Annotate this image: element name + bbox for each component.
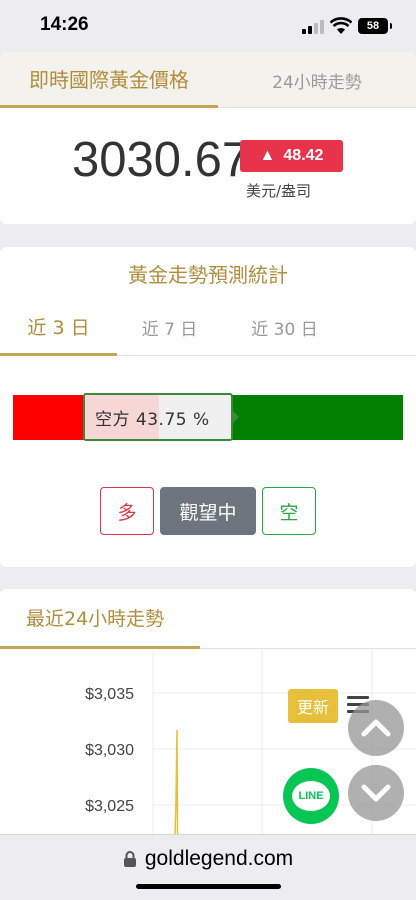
y-tick-label: $3,025 — [85, 798, 134, 815]
price-tabs: 即時國際黃金價格 24小時走勢 — [0, 52, 416, 108]
tab-7-days[interactable]: 近 7 日 — [117, 299, 222, 356]
scroll-down-button[interactable] — [348, 765, 404, 821]
chevron-down-icon — [361, 784, 391, 802]
tooltip-arrow — [231, 409, 239, 425]
url-text[interactable]: goldlegend.com — [145, 847, 293, 871]
short-ratio-tooltip: 空方 43.75 % — [83, 393, 233, 441]
trend-title[interactable]: 最近24小時走勢 — [0, 589, 200, 649]
tooltip-text: 空方 43.75 % — [95, 409, 210, 430]
tab-3-days[interactable]: 近 3 日 — [0, 299, 117, 356]
browser-url-bar[interactable]: goldlegend.com — [0, 834, 416, 900]
trend-chart: $3,035 $3,030 $3,025 — [85, 650, 416, 850]
wifi-icon — [330, 17, 352, 34]
price-change-badge: ▲ 48.42 — [240, 140, 343, 172]
scroll-up-button[interactable] — [348, 700, 404, 756]
price-line — [174, 729, 179, 850]
line-chat-button[interactable]: LINE — [283, 768, 339, 824]
y-tick-label: $3,030 — [85, 742, 134, 759]
home-indicator — [136, 884, 281, 889]
up-arrow-icon: ▲ — [259, 147, 276, 164]
long-button[interactable]: 多 — [100, 487, 154, 535]
price-unit: 美元/盎司 — [246, 182, 312, 200]
short-ratio-bar — [13, 395, 85, 440]
update-button[interactable]: 更新 — [288, 689, 338, 723]
status-bar: 14:26 58 — [0, 0, 416, 52]
status-time: 14:26 — [40, 14, 89, 35]
period-tabs: 近 3 日 近 7 日 近 30 日 — [0, 299, 416, 356]
line-icon: LINE — [292, 781, 330, 811]
tab-30-days[interactable]: 近 30 日 — [222, 299, 347, 356]
forecast-title: 黃金走勢預測統計 — [128, 263, 288, 287]
signal-icon — [302, 20, 324, 34]
gold-price-value: 3030.67 — [72, 133, 250, 187]
short-button[interactable]: 空 — [262, 487, 316, 535]
y-tick-label: $3,035 — [85, 686, 134, 703]
lock-icon — [123, 851, 136, 867]
chevron-up-icon — [361, 719, 391, 737]
wait-button[interactable]: 觀望中 — [160, 487, 256, 535]
price-card: 即時國際黃金價格 24小時走勢 3030.67 ▲ 48.42 美元/盎司 — [0, 52, 416, 224]
forecast-card: 黃金走勢預測統計 近 3 日 近 7 日 近 30 日 空方 43.75 % 多… — [0, 247, 416, 567]
price-change-value: 48.42 — [283, 147, 324, 164]
battery-icon: 58 — [358, 18, 392, 34]
tab-realtime-price[interactable]: 即時國際黃金價格 — [0, 52, 218, 108]
tab-24h-trend[interactable]: 24小時走勢 — [218, 52, 416, 108]
